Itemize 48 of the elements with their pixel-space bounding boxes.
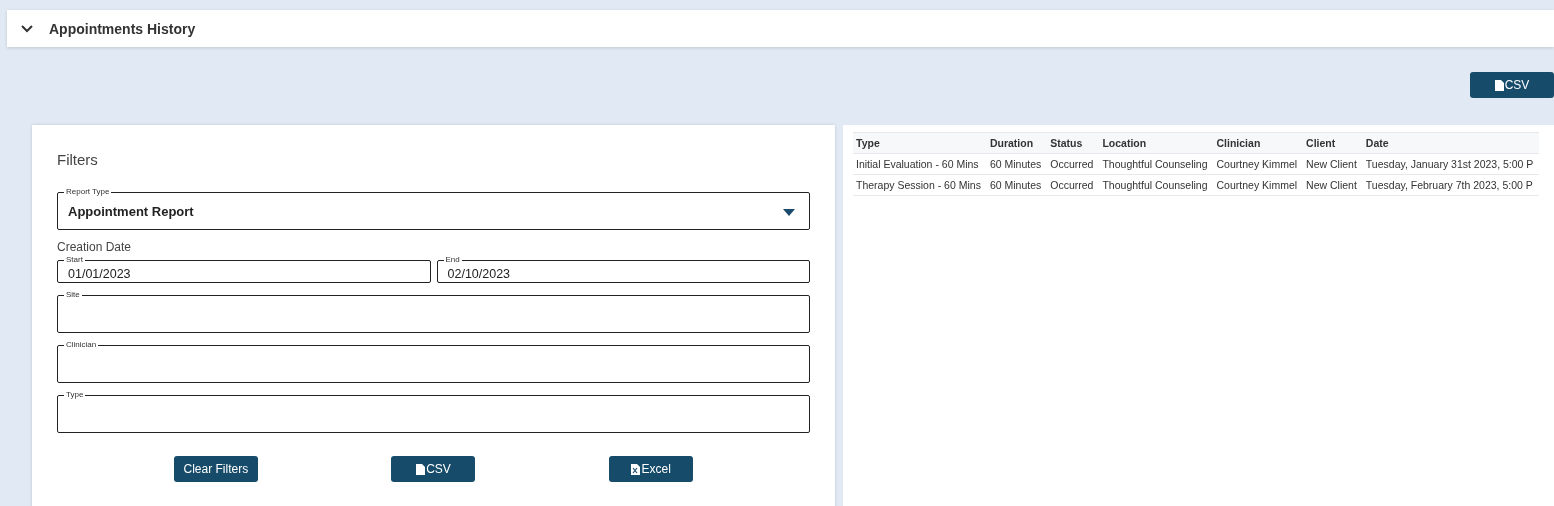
caret-icon xyxy=(783,209,795,216)
section-title: Appointments History xyxy=(49,20,196,37)
column-header: Client xyxy=(1303,132,1363,154)
filters-title: Filters xyxy=(57,151,99,168)
table-cell: Courtney Kimmel xyxy=(1213,153,1304,175)
table-cell: Thoughtful Counseling xyxy=(1099,174,1214,196)
column-header: Date xyxy=(1362,132,1540,154)
field-label: Clinician xyxy=(65,341,98,349)
input-field[interactable]: Type xyxy=(57,391,810,433)
field-label: Start xyxy=(65,256,84,264)
input-field[interactable]: Site xyxy=(57,291,810,333)
table-cell: Therapy Session - 60 Mins xyxy=(853,174,987,196)
spreadsheet-icon xyxy=(631,463,641,475)
table-cell: Initial Evaluation - 60 Mins xyxy=(853,153,987,175)
select-value: Appointment Report xyxy=(68,204,194,219)
table-cell: New Client xyxy=(1303,174,1363,196)
document-icon xyxy=(1494,79,1504,91)
creation-date-label: Creation Date xyxy=(57,240,133,254)
report-type-select[interactable]: Report Type Appointment Report xyxy=(57,188,810,230)
column-header: Status xyxy=(1047,132,1100,154)
field-label: End xyxy=(444,256,461,264)
section-header[interactable]: Appointments History xyxy=(7,10,1554,47)
csv-button[interactable]: CSV xyxy=(1470,72,1554,98)
field-label: Type xyxy=(65,391,85,399)
input-field[interactable]: Clinician xyxy=(57,341,810,383)
column-header: Clinician xyxy=(1213,132,1304,154)
table-cell: New Client xyxy=(1303,153,1363,175)
field-label: Site xyxy=(65,291,81,299)
table-cell: Tuesday, January 31st 2023, 5:00 P xyxy=(1362,153,1540,175)
column-header: Duration xyxy=(986,132,1048,154)
column-header: Type xyxy=(853,132,987,154)
table-cell: Occurred xyxy=(1047,153,1100,175)
table-cell: Tuesday, February 7th 2023, 5:00 P xyxy=(1362,174,1540,196)
column-header: Location xyxy=(1099,132,1214,154)
action-button[interactable]: CSV xyxy=(391,456,476,482)
action-button[interactable]: Clear Filters xyxy=(173,456,258,482)
field-value: 01/01/2023 xyxy=(68,267,131,281)
document-icon xyxy=(416,463,426,475)
table-cell: 60 Minutes xyxy=(986,174,1048,196)
field-label: Report Type xyxy=(65,188,111,196)
start-date-field[interactable]: Start 01/01/2023 xyxy=(57,256,431,283)
table-cell: Courtney Kimmel xyxy=(1213,174,1304,196)
table-cell: Thoughtful Counseling xyxy=(1099,153,1214,175)
action-button[interactable]: Excel xyxy=(609,456,694,482)
table-cell: Occurred xyxy=(1047,174,1100,196)
end-date-field[interactable]: End 02/10/2023 xyxy=(436,256,810,283)
field-value: 02/10/2023 xyxy=(447,267,511,281)
table-cell: 60 Minutes xyxy=(986,153,1048,175)
